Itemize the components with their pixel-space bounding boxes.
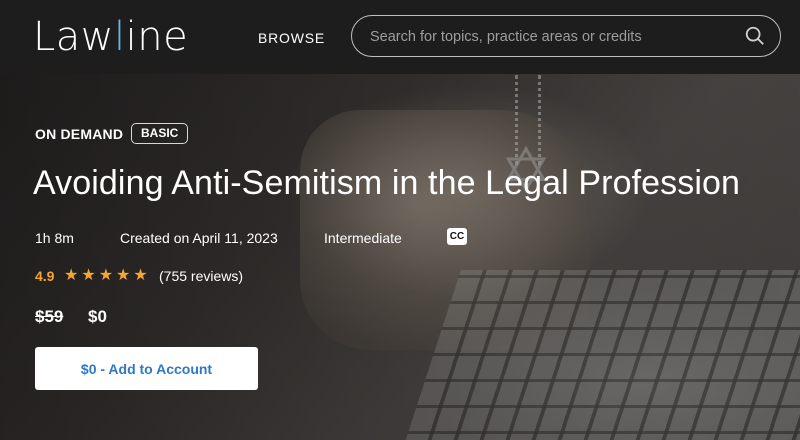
original-price: $59 bbox=[35, 307, 64, 326]
rating-value: 4.9 bbox=[35, 268, 55, 284]
course-title: Avoiding Anti-Semitism in the Legal Prof… bbox=[33, 164, 741, 202]
add-to-account-button[interactable]: $0 - Add to Account bbox=[35, 347, 258, 390]
course-type-label: ON DEMAND bbox=[35, 126, 124, 142]
star-icon: ★ bbox=[98, 265, 117, 284]
current-price: $0 bbox=[88, 307, 107, 326]
course-level-badge: BASIC bbox=[131, 123, 189, 144]
star-icon: ★ bbox=[116, 265, 134, 284]
logo-text-start: Law bbox=[33, 14, 115, 60]
top-navigation-bar: Lawline BROWSE bbox=[0, 0, 800, 74]
browse-link[interactable]: BROWSE bbox=[258, 30, 325, 46]
closed-captions-icon: CC bbox=[447, 228, 467, 245]
star-icon: ★ bbox=[81, 265, 99, 284]
course-duration: 1h 8m bbox=[35, 230, 74, 246]
course-difficulty: Intermediate bbox=[324, 230, 402, 246]
logo-text-end: ine bbox=[125, 14, 189, 60]
logo-text-accent: l bbox=[114, 14, 126, 60]
search-input[interactable] bbox=[368, 16, 732, 57]
review-count[interactable]: (755 reviews) bbox=[159, 268, 243, 284]
star-icon: ★ bbox=[133, 265, 151, 284]
search-icon[interactable] bbox=[744, 25, 766, 47]
star-icon: ★ bbox=[64, 265, 82, 284]
course-created-date: Created on April 11, 2023 bbox=[120, 230, 278, 246]
rating-stars: ★★★★★ bbox=[64, 265, 151, 284]
search-bar bbox=[351, 15, 781, 57]
lawline-logo[interactable]: Lawline bbox=[33, 14, 188, 60]
